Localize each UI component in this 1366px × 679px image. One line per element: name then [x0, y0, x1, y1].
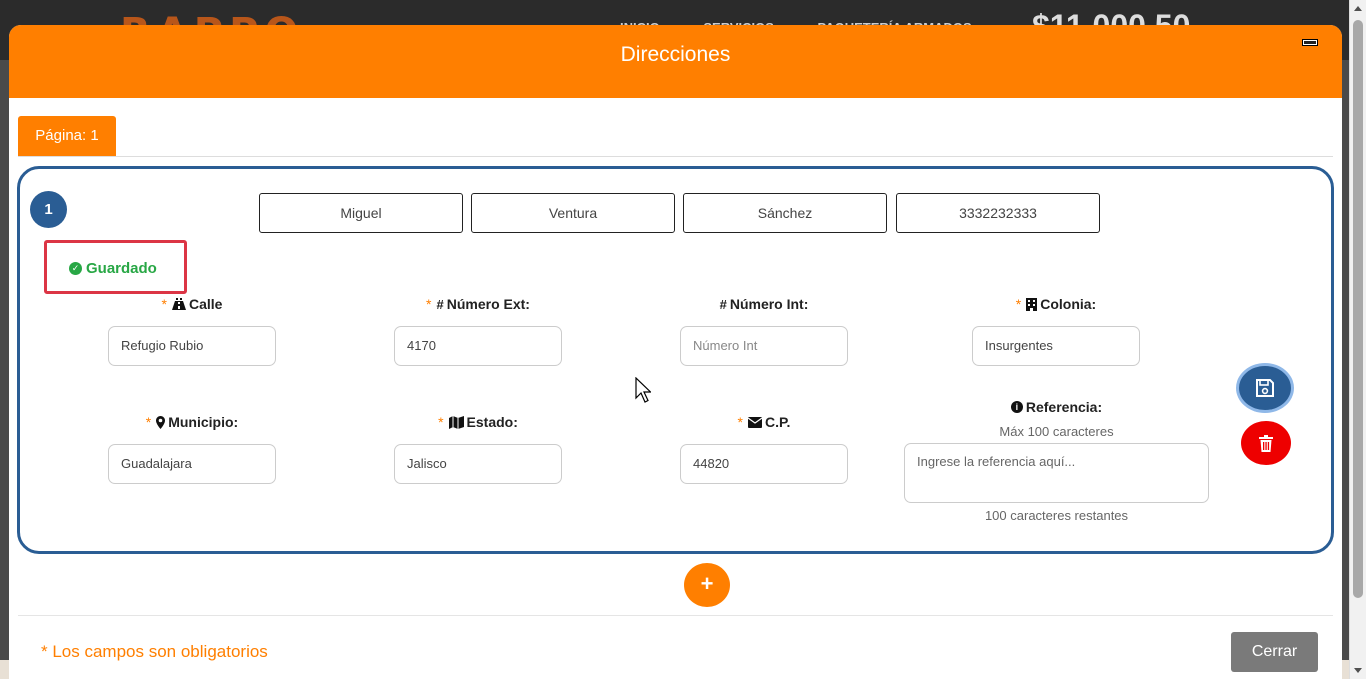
- estado-label-text: Estado:: [466, 414, 518, 430]
- scroll-down-arrow-icon[interactable]: [1354, 668, 1362, 673]
- saved-status-box: ✓ Guardado: [44, 240, 187, 294]
- calle-label: * Calle: [108, 296, 276, 312]
- first-name-pill: Miguel: [259, 193, 463, 233]
- close-button[interactable]: Cerrar: [1231, 632, 1318, 672]
- numero-int-label-text: Número Int:: [729, 296, 809, 312]
- info-circle-icon: i: [1010, 401, 1023, 413]
- calle-input[interactable]: Refugio Rubio: [108, 326, 276, 366]
- address-number-badge: 1: [30, 191, 67, 228]
- floppy-disk-icon: [1256, 379, 1274, 397]
- numero-ext-label: * # Número Ext:: [394, 296, 562, 312]
- tab-page-1[interactable]: Página: 1: [18, 116, 116, 156]
- referencia-label: i Referencia:: [904, 399, 1209, 415]
- referencia-textarea[interactable]: Ingrese la referencia aquí...: [904, 443, 1209, 503]
- save-address-button[interactable]: [1239, 366, 1291, 410]
- last-name-pill: Ventura: [471, 193, 675, 233]
- cp-label-text: C.P.: [765, 414, 791, 430]
- saved-status: ✓ Guardado: [69, 260, 157, 277]
- map-icon: [448, 415, 464, 429]
- add-address-button[interactable]: +: [684, 563, 730, 607]
- hashtag-icon: #: [719, 296, 727, 312]
- colonia-label-text: Colonia:: [1040, 296, 1097, 312]
- required-mark: *: [438, 414, 444, 430]
- page-scrollbar[interactable]: [1349, 0, 1366, 679]
- municipio-label-text: Municipio:: [168, 414, 239, 430]
- colonia-input[interactable]: Insurgentes: [972, 326, 1140, 366]
- municipio-label: * Municipio:: [108, 414, 276, 430]
- referencia-max-hint: Máx 100 caracteres: [999, 424, 1114, 439]
- minimize-button[interactable]: [1302, 39, 1318, 46]
- numero-int-label: # Número Int:: [680, 296, 848, 312]
- map-marker-icon: [156, 415, 166, 429]
- check-circle-icon: ✓: [69, 262, 82, 275]
- hashtag-icon: #: [436, 296, 444, 312]
- addresses-modal: Direcciones Página: 1 1 Miguel Ventura S…: [9, 25, 1342, 679]
- second-last-name-pill: Sánchez: [683, 193, 887, 233]
- mouse-cursor-icon: [635, 377, 651, 403]
- required-fields-note: * Los campos son obligatorios: [41, 642, 268, 661]
- numero-ext-input[interactable]: 4170: [394, 326, 562, 366]
- modal-title: Direcciones: [620, 43, 731, 66]
- calle-label-text: Calle: [188, 296, 223, 312]
- referencia-label-text: Referencia:: [1025, 399, 1103, 415]
- required-mark: *: [737, 414, 743, 430]
- phone-pill: 3332232333: [896, 193, 1100, 233]
- modal-header: Direcciones: [9, 25, 1342, 98]
- required-mark: *: [1015, 296, 1022, 312]
- saved-status-label: Guardado: [86, 260, 157, 277]
- building-icon: [1026, 297, 1038, 311]
- numero-int-input[interactable]: Número Int: [680, 326, 848, 366]
- required-mark: *: [161, 296, 167, 312]
- scroll-up-arrow-icon[interactable]: [1354, 6, 1362, 11]
- estado-input[interactable]: Jalisco: [394, 444, 562, 484]
- address-card: 1 Miguel Ventura Sánchez 3332232333 ✓ Gu…: [17, 166, 1334, 554]
- delete-address-button[interactable]: [1241, 421, 1291, 465]
- cp-label: * C.P.: [680, 414, 848, 430]
- road-icon: [171, 298, 186, 310]
- colonia-label: * Colonia:: [972, 296, 1140, 312]
- page-tabs: Página: 1: [18, 116, 1333, 157]
- scrollbar-thumb[interactable]: [1353, 20, 1363, 598]
- referencia-remaining-hint: 100 caracteres restantes: [984, 508, 1129, 523]
- footer-divider: [18, 615, 1333, 616]
- municipio-input[interactable]: Guadalajara: [108, 444, 276, 484]
- envelope-icon: [748, 416, 762, 428]
- numero-ext-label-text: Número Ext:: [446, 296, 530, 312]
- cp-input[interactable]: 44820: [680, 444, 848, 484]
- required-mark: *: [145, 414, 152, 430]
- estado-label: * Estado:: [394, 414, 562, 430]
- trash-icon: [1259, 434, 1273, 452]
- required-mark: *: [426, 296, 432, 312]
